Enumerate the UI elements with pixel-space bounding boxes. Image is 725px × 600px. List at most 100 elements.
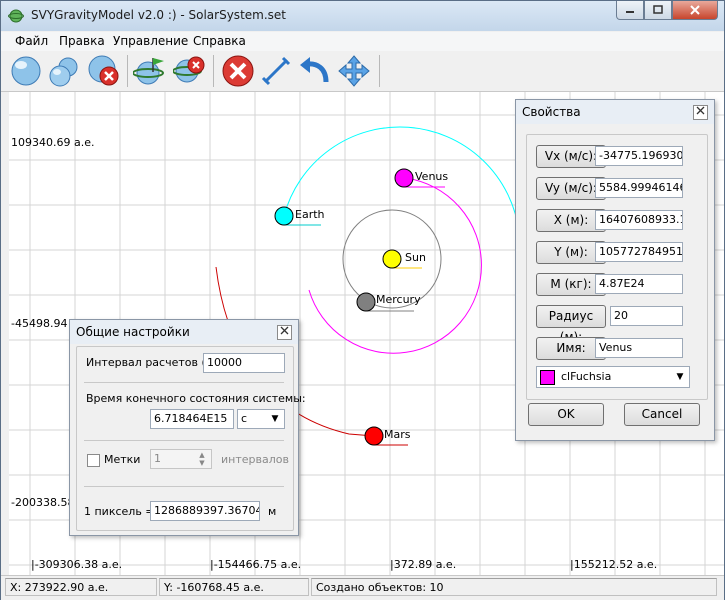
status-bar: X: 273922.90 a.e. Y: -160768.45 a.e. Соз… <box>1 575 724 600</box>
minimize-button[interactable] <box>616 1 644 20</box>
x-axis-label-2: |-154466.75 a.e. <box>210 558 302 571</box>
marks-checkbox[interactable] <box>87 454 100 467</box>
properties-panel: Свойства Vx (м/с): -34775.1969302536 Vy … <box>515 99 715 441</box>
marks-stepper-value: 1 <box>154 452 161 465</box>
general-settings-panel: Общие настройки Интервал расчетов (с): 1… <box>69 319 306 536</box>
close-icon <box>696 106 705 115</box>
pixel-scale-unit: м <box>268 505 277 518</box>
window-title: SVYGravityModel v2.0 :) - SolarSystem.se… <box>31 8 286 22</box>
spin-arrows-icon: ▲ ▼ <box>199 451 205 467</box>
menu-help[interactable]: Справка <box>193 34 246 48</box>
minimize-icon <box>626 11 634 13</box>
separator <box>84 382 284 383</box>
caption-buttons <box>616 1 718 21</box>
add-sphere-icon <box>11 56 41 86</box>
pixel-scale-label: 1 пиксель = <box>84 505 155 518</box>
main-window: SVYGravityModel v2.0 :) - SolarSystem.se… <box>0 0 725 600</box>
measure-button[interactable] <box>259 54 293 88</box>
move-button[interactable] <box>337 54 371 88</box>
x-axis-label-3: |372.89 a.e. <box>390 558 457 571</box>
properties-title: Свойства <box>522 105 581 119</box>
general-settings-close-button[interactable] <box>277 325 292 340</box>
maximize-icon <box>653 5 663 14</box>
stop-button[interactable] <box>221 54 255 88</box>
color-select-value: clFuchsia <box>561 370 612 383</box>
status-y-coordinate: Y: -160768.45 a.e. <box>159 578 309 596</box>
planet-delete-icon <box>172 56 205 83</box>
toolbar <box>1 51 724 92</box>
properties-close-button[interactable] <box>693 105 708 120</box>
menu-edit[interactable]: Правка <box>59 34 105 48</box>
measure-icon <box>261 56 291 86</box>
properties-group <box>526 134 708 400</box>
venus-label: Venus <box>415 170 449 183</box>
interval-input[interactable]: 10000 <box>203 353 285 373</box>
planet-delete-button[interactable] <box>172 54 207 88</box>
chevron-down-icon: ▼ <box>271 414 279 424</box>
undo-button[interactable] <box>297 54 331 88</box>
properties-title-bar[interactable]: Свойства <box>516 100 714 124</box>
planet-flag-button[interactable] <box>132 54 167 88</box>
mars-label: Mars <box>384 428 411 441</box>
delete-all-icon <box>88 55 119 86</box>
sun-label: Sun <box>405 251 426 264</box>
separator <box>84 486 284 487</box>
x-input[interactable]: 16407608933.109 <box>595 210 683 230</box>
add-sphere-button[interactable] <box>9 54 43 88</box>
final-state-label: Время конечного состояния системы: <box>86 392 306 405</box>
y-axis-label-top: 109340.69 a.e. <box>11 136 95 149</box>
sun-body[interactable] <box>382 249 402 269</box>
name-input[interactable]: Venus <box>595 338 683 358</box>
undo-icon <box>300 57 329 83</box>
general-settings-title-bar[interactable]: Общие настройки <box>70 320 298 344</box>
stop-icon <box>222 55 254 87</box>
add-pair-icon <box>49 57 78 87</box>
intervals-label: интервалов <box>221 453 289 466</box>
final-state-unit-select[interactable]: с ▼ <box>237 409 285 429</box>
color-select[interactable]: clFuchsia ▼ <box>536 366 690 388</box>
marks-label: Метки <box>104 453 141 466</box>
status-object-count: Создано объектов: 10 <box>311 578 717 596</box>
menu-file[interactable]: Файл <box>15 34 48 48</box>
close-icon <box>690 5 700 15</box>
final-state-input[interactable]: 6.718464E15 <box>150 409 234 429</box>
menu-bar: Файл Правка Управление Справка <box>1 32 724 51</box>
status-x-coordinate: X: 273922.90 a.e. <box>5 578 157 596</box>
vy-input[interactable]: 5584.99946146744 <box>595 178 683 198</box>
planet-flag-icon <box>132 58 164 85</box>
radius-label-button[interactable]: Радиус (м): <box>536 305 606 344</box>
mass-input[interactable]: 4.87E24 <box>595 274 683 294</box>
mars-body[interactable] <box>364 426 384 446</box>
y-axis-label-bottom: -200338.58 <box>11 496 75 509</box>
marks-stepper[interactable]: 1 ▲ ▼ <box>150 449 212 469</box>
vx-input[interactable]: -34775.1969302536 <box>595 146 683 166</box>
toolbar-separator <box>379 55 380 87</box>
mercury-label: Mercury <box>376 293 421 306</box>
title-bar[interactable]: SVYGravityModel v2.0 :) - SolarSystem.se… <box>1 1 724 31</box>
maximize-button[interactable] <box>644 1 672 20</box>
close-icon <box>280 326 289 335</box>
earth-label: Earth <box>295 208 325 221</box>
mercury-body[interactable] <box>356 292 376 312</box>
earth-body[interactable] <box>274 206 294 226</box>
radius-input[interactable]: 20 <box>610 306 683 326</box>
add-pair-button[interactable] <box>47 54 81 88</box>
cancel-button[interactable]: Cancel <box>624 403 700 426</box>
ok-button[interactable]: OK <box>528 403 604 426</box>
close-button[interactable] <box>672 1 718 20</box>
toolbar-separator <box>213 55 214 87</box>
final-state-unit-value: с <box>241 412 248 425</box>
menu-control[interactable]: Управление <box>113 34 188 48</box>
chevron-down-icon: ▼ <box>676 372 684 382</box>
y-input[interactable]: 105772784951.55 <box>595 242 683 262</box>
x-axis-label-1: |-309306.38 a.e. <box>31 558 123 571</box>
x-axis-label-4: |155212.52 a.e. <box>570 558 658 571</box>
venus-body[interactable] <box>394 168 414 188</box>
move-icon <box>338 55 370 87</box>
toolbar-separator <box>127 55 128 87</box>
app-icon <box>8 9 24 23</box>
general-settings-title: Общие настройки <box>76 325 190 339</box>
pixel-scale-input[interactable]: 1286889397.36704 <box>150 501 260 521</box>
delete-all-button[interactable] <box>87 54 121 88</box>
separator <box>84 440 284 441</box>
